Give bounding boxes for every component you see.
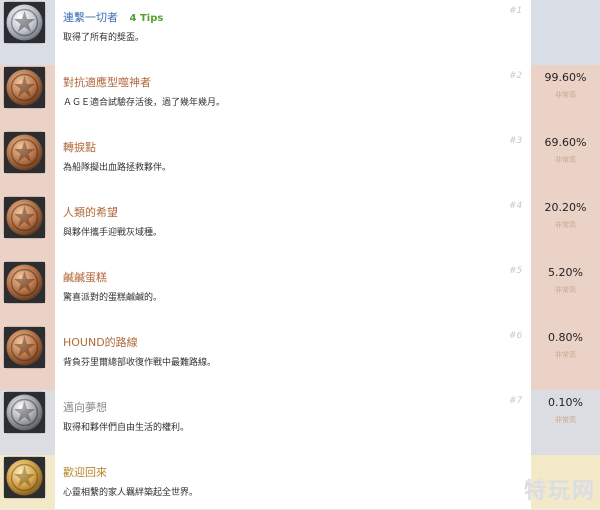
gold-trophy-icon: [4, 457, 45, 498]
trophy-row[interactable]: 人類的希望 與夥伴攜手迎戰灰域種。 #4 20.20% 非常高: [0, 195, 600, 261]
rarity-strip: [0, 455, 55, 509]
earned-percent: 20.20%: [544, 201, 587, 214]
trophy-row[interactable]: 轉捩點 為船隊擬出血路拯救夥伴。 #3 69.60% 非常高: [0, 130, 600, 196]
earned-percent: 0.80%: [548, 331, 583, 344]
trophy-title[interactable]: 鹹鹹蛋糕: [63, 269, 107, 285]
trophy-number: #6: [509, 331, 523, 341]
trophy-title[interactable]: 對抗適應型噬神者: [63, 74, 151, 90]
bronze-trophy-icon: [4, 327, 45, 368]
earned-percent: 0.10%: [548, 396, 583, 409]
bronze-trophy-icon: [4, 197, 45, 238]
trophy-description: 背負芬里爾總部收復作戰中最難路線。: [63, 358, 217, 368]
rarity-column: 0.80% 非常高: [531, 325, 600, 390]
rarity-label: 非常高: [555, 351, 576, 359]
rarity-column: 99.60% 非常高: [531, 65, 600, 130]
trophy-number: #3: [509, 136, 523, 146]
earned-percent: 99.60%: [544, 71, 587, 84]
trophy-title[interactable]: 轉捩點: [63, 139, 96, 155]
trophy-number: #2: [509, 71, 523, 81]
trophy-name[interactable]: 轉捩點: [63, 141, 96, 154]
trophy-name[interactable]: 對抗適應型噬神者: [63, 76, 151, 89]
rarity-column: [531, 0, 600, 65]
rarity-label: 非常高: [555, 156, 576, 164]
trophy-row[interactable]: 邁向夢想 取得和夥伴們自由生活的權利。 #7 0.10% 非常高: [0, 390, 600, 456]
rarity-label: 非常高: [555, 286, 576, 294]
tips-link[interactable]: 4 Tips: [130, 13, 164, 24]
rarity-label: 非常高: [555, 221, 576, 229]
trophy-row[interactable]: 鹹鹹蛋糕 驚喜派對的蛋糕鹹鹹的。 #5 5.20% 非常高: [0, 260, 600, 326]
rarity-strip: [0, 390, 55, 455]
bronze-trophy-icon: [4, 67, 45, 108]
trophy-name[interactable]: 連繫一切者: [63, 11, 118, 24]
trophy-number: #4: [509, 201, 523, 211]
trophy-description: 取得和夥伴們自由生活的權利。: [63, 423, 190, 433]
trophy-description: 驚喜派對的蛋糕鹹鹹的。: [63, 293, 163, 303]
rarity-column: 69.60% 非常高: [531, 130, 600, 195]
rarity-strip: [0, 65, 55, 130]
trophy-name[interactable]: 鹹鹹蛋糕: [63, 271, 107, 284]
trophy-description: 心靈相繫的家人羈絆築起全世界。: [63, 488, 199, 498]
earned-percent: 5.20%: [548, 266, 583, 279]
trophy-description: 取得了所有的獎盃。: [63, 33, 145, 43]
rarity-strip: [0, 325, 55, 390]
rarity-strip: [0, 0, 55, 65]
trophy-title[interactable]: 歡迎回來: [63, 464, 107, 480]
trophy-row[interactable]: HOUND的路線 背負芬里爾總部收復作戰中最難路線。 #6 0.80% 非常高: [0, 325, 600, 391]
trophy-description: 為船隊擬出血路拯救夥伴。: [63, 163, 172, 173]
earned-percent: 69.60%: [544, 136, 587, 149]
rarity-strip: [0, 195, 55, 260]
trophy-title[interactable]: 邁向夢想: [63, 399, 107, 415]
trophy-title[interactable]: 人類的希望: [63, 204, 118, 220]
bronze-trophy-icon: [4, 262, 45, 303]
trophy-name[interactable]: HOUND的路線: [63, 336, 138, 349]
trophy-number: #5: [509, 266, 523, 276]
trophy-row[interactable]: 歡迎回來 心靈相繫的家人羈絆築起全世界。: [0, 455, 600, 510]
bronze-trophy-icon: [4, 132, 45, 173]
rarity-label: 非常高: [555, 91, 576, 99]
rarity-label: 非常高: [555, 416, 576, 424]
trophy-name[interactable]: 邁向夢想: [63, 401, 107, 414]
trophy-number: #1: [509, 6, 523, 16]
trophy-name[interactable]: 歡迎回來: [63, 466, 107, 479]
rarity-column: 0.10% 非常高: [531, 390, 600, 455]
trophy-list: 連繫一切者 4 Tips 取得了所有的獎盃。 #1 對抗適應型噬神者 ＡＧＥ適合…: [0, 0, 600, 510]
rarity-column: 20.20% 非常高: [531, 195, 600, 260]
silver-trophy-icon: [4, 392, 45, 433]
rarity-strip: [0, 260, 55, 325]
watermark: 特玩网: [523, 479, 596, 504]
trophy-number: #7: [509, 396, 523, 406]
trophy-description: 與夥伴攜手迎戰灰域種。: [63, 228, 163, 238]
trophy-name[interactable]: 人類的希望: [63, 206, 118, 219]
rarity-strip: [0, 130, 55, 195]
trophy-description: ＡＧＥ適合試驗存活後，過了幾年幾月。: [63, 98, 226, 108]
trophy-title[interactable]: 連繫一切者 4 Tips: [63, 9, 163, 25]
trophy-title[interactable]: HOUND的路線: [63, 334, 138, 350]
platinum-trophy-icon: [4, 2, 45, 43]
rarity-column: 5.20% 非常高: [531, 260, 600, 325]
trophy-row[interactable]: 對抗適應型噬神者 ＡＧＥ適合試驗存活後，過了幾年幾月。 #2 99.60% 非常…: [0, 65, 600, 131]
trophy-row[interactable]: 連繫一切者 4 Tips 取得了所有的獎盃。 #1: [0, 0, 600, 66]
